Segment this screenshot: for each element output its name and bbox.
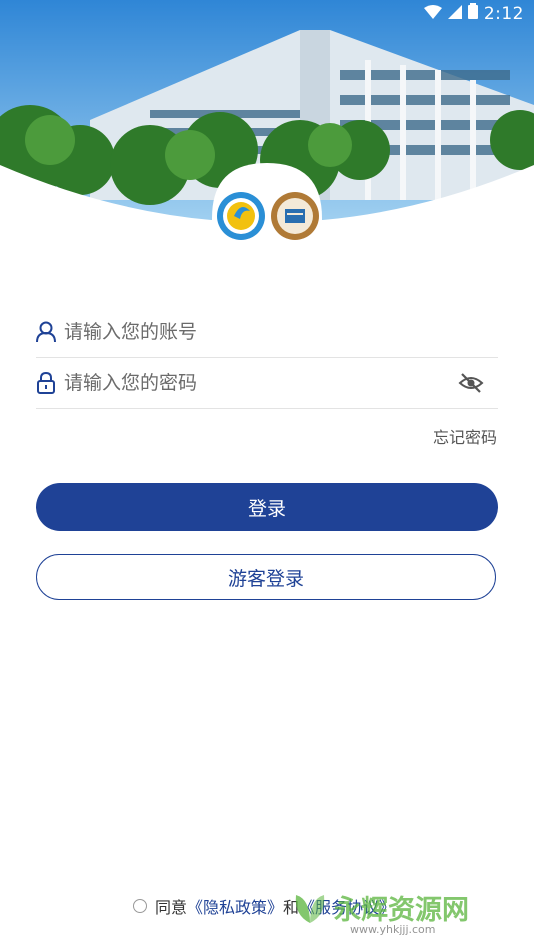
- password-input[interactable]: [64, 372, 444, 394]
- login-button[interactable]: 登录: [36, 483, 498, 531]
- agree-prefix: 同意: [155, 898, 188, 917]
- agree-radio[interactable]: [133, 899, 147, 913]
- school-logo-gear-icon: [216, 191, 266, 241]
- watermark-url: www.yhkjjj.com: [350, 923, 436, 936]
- password-field[interactable]: [36, 358, 498, 409]
- hide-password-icon[interactable]: [458, 371, 484, 395]
- forgot-password-link[interactable]: 忘记密码: [433, 424, 497, 448]
- user-icon: [36, 320, 56, 344]
- account-input[interactable]: [64, 321, 444, 343]
- signal-icon: [447, 4, 462, 24]
- account-field[interactable]: [36, 307, 498, 358]
- battery-icon: [467, 3, 478, 24]
- college-seal-icon: [270, 191, 320, 241]
- watermark: 永辉资源网 www.yhkjjj.com: [290, 885, 469, 936]
- watermark-text: 永辉资源网: [334, 894, 469, 926]
- logo-group: [212, 163, 322, 243]
- privacy-policy-link[interactable]: 《隐私政策》: [187, 894, 283, 918]
- status-bar: 2:12: [0, 0, 534, 28]
- wifi-icon: [423, 4, 442, 24]
- watermark-leaf-icon: [290, 885, 330, 929]
- lock-icon: [36, 371, 56, 395]
- guest-login-button[interactable]: 游客登录: [36, 554, 496, 600]
- status-time: 2:12: [483, 3, 524, 24]
